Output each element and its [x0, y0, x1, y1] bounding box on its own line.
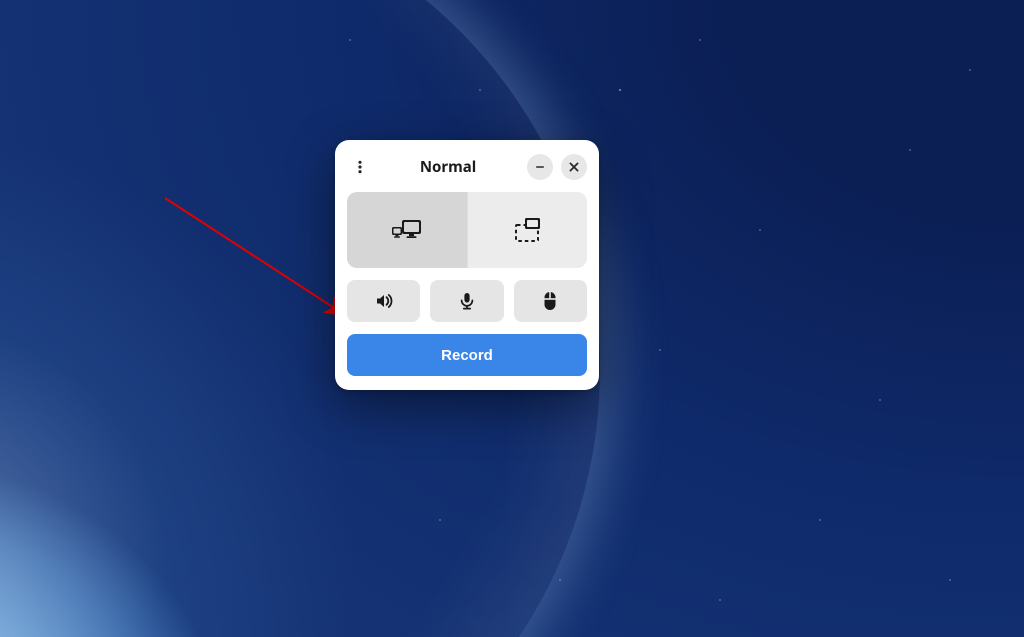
capture-mode-group: [347, 192, 587, 268]
microphone-icon: [457, 291, 477, 311]
record-button[interactable]: Record: [347, 334, 587, 376]
speaker-icon: [374, 291, 394, 311]
record-sound-toggle[interactable]: [347, 280, 420, 322]
screen-recorder-window: Normal: [335, 140, 599, 390]
area-mode-button[interactable]: [467, 192, 588, 268]
record-pointer-toggle[interactable]: [514, 280, 587, 322]
minimize-button[interactable]: [527, 154, 553, 180]
window-titlebar: Normal: [347, 150, 587, 184]
selection-area-icon: [511, 216, 543, 244]
monitor-icon: [390, 217, 424, 243]
record-mic-toggle[interactable]: [430, 280, 503, 322]
window-controls: [527, 154, 587, 180]
fullscreen-mode-button[interactable]: [347, 192, 467, 268]
minimize-icon: [534, 161, 546, 173]
kebab-menu-icon: [353, 160, 367, 174]
close-icon: [568, 161, 580, 173]
mouse-icon: [541, 290, 559, 312]
desktop-wallpaper: Normal: [0, 0, 1024, 637]
window-title: Normal: [369, 157, 527, 177]
capture-options-group: [347, 280, 587, 322]
close-button[interactable]: [561, 154, 587, 180]
